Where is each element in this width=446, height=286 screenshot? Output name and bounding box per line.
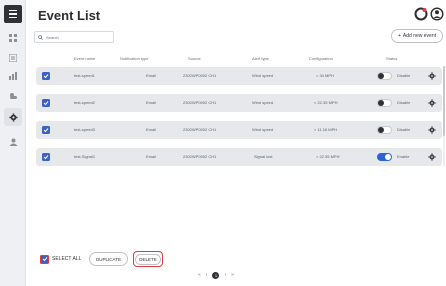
row-checkbox[interactable]: [42, 72, 50, 80]
add-new-event-button[interactable]: + Add new event: [391, 29, 443, 43]
alert-type-cell: Wind speed: [252, 127, 274, 132]
page-title: Event List: [38, 8, 101, 23]
table-row[interactable]: test-speed1 Email 2302WP0002 CH1 Wind sp…: [36, 67, 442, 85]
select-all-control[interactable]: SELECT ALL: [40, 252, 81, 266]
plus-icon: +: [397, 33, 401, 39]
configuration-cell: > 34 MPH: [316, 73, 334, 78]
alert-type-cell: Wind speed: [252, 73, 274, 78]
gear-icon[interactable]: [428, 72, 436, 80]
configuration-cell: > 11.16 MPH: [314, 127, 338, 132]
menu-icon[interactable]: [4, 5, 22, 23]
source-cell: 2302WP0002 CH1: [183, 154, 217, 159]
column-header-configuration: Configuration: [309, 56, 333, 61]
source-cell: 2302WP0002 CH1: [183, 73, 217, 78]
status-toggle[interactable]: [377, 99, 392, 107]
table-header: Event name Notification type Source Aler…: [34, 54, 444, 64]
users-icon[interactable]: [7, 136, 19, 148]
table-row[interactable]: test-Signal1 Email 2302WP0002 CH1 Signal…: [36, 148, 442, 166]
status-label: Disable: [397, 100, 411, 105]
brand-logo-icon: [414, 7, 428, 21]
dashboard-icon[interactable]: [7, 32, 19, 44]
event-name-cell: test-speed1: [74, 73, 95, 78]
list-icon[interactable]: [7, 52, 19, 64]
delete-button[interactable]: DELETE: [133, 251, 163, 267]
user-account-icon[interactable]: [430, 7, 444, 21]
next-page-button[interactable]: ›: [224, 272, 226, 278]
search-input[interactable]: [46, 34, 106, 40]
event-name-cell: test-speed2: [74, 100, 95, 105]
notification-type-cell: Email: [146, 73, 157, 78]
settings-icon[interactable]: [4, 108, 22, 126]
configuration-cell: > 22.35 MPH: [316, 154, 340, 159]
select-all-label: SELECT ALL: [52, 256, 82, 262]
weather-icon[interactable]: [7, 90, 19, 102]
select-all-checkbox[interactable]: [40, 254, 49, 264]
notification-type-cell: Email: [146, 127, 157, 132]
status-label: Disable: [397, 73, 411, 78]
delete-label: DELETE: [135, 253, 161, 265]
alert-type-cell: Wind speed: [252, 100, 274, 105]
chart-icon[interactable]: [7, 70, 19, 82]
sidebar: [0, 0, 26, 286]
pagination: « ‹ 1 › »: [198, 270, 234, 280]
table-row[interactable]: test-speed2 Email 2302WP0002 CH1 Wind sp…: [36, 94, 442, 112]
status-toggle[interactable]: [377, 126, 392, 134]
gear-icon[interactable]: [428, 126, 436, 134]
row-checkbox[interactable]: [42, 126, 50, 134]
event-name-cell: test-Signal1: [74, 154, 96, 159]
first-page-button[interactable]: «: [198, 272, 201, 278]
duplicate-button[interactable]: DUPLICATE: [89, 252, 128, 266]
search-icon: [38, 34, 43, 40]
source-cell: 2302WP0002 CH1: [183, 127, 217, 132]
last-page-button[interactable]: »: [231, 272, 234, 278]
column-header-status: Status: [386, 56, 398, 61]
prev-page-button[interactable]: ‹: [206, 272, 208, 278]
source-cell: 2302WP0002 CH1: [183, 100, 217, 105]
column-header-notification-type: Notification type: [120, 56, 149, 61]
current-page[interactable]: 1: [212, 271, 220, 279]
event-name-cell: test-speed3: [74, 127, 95, 132]
gear-icon[interactable]: [428, 153, 436, 161]
status-toggle[interactable]: [377, 153, 392, 161]
column-header-event-name: Event name: [74, 56, 96, 61]
column-header-alert-type: Alert type: [252, 56, 269, 61]
search-field[interactable]: [34, 31, 114, 43]
table-row[interactable]: test-speed3 Email 2302WP0002 CH1 Wind sp…: [36, 121, 442, 139]
add-new-event-label: Add new event: [402, 33, 436, 39]
notification-type-cell: Email: [146, 154, 157, 159]
scrollbar-thumb[interactable]: [443, 66, 445, 136]
status-toggle[interactable]: [377, 72, 392, 80]
column-header-source: Source: [188, 56, 201, 61]
row-checkbox[interactable]: [42, 99, 50, 107]
row-checkbox[interactable]: [42, 153, 50, 161]
notification-type-cell: Email: [146, 100, 157, 105]
status-label: Enable: [397, 154, 410, 159]
configuration-cell: < 22.35 MPH: [314, 100, 338, 105]
gear-icon[interactable]: [428, 99, 436, 107]
status-label: Disable: [397, 127, 411, 132]
alert-type-cell: Signal lost: [254, 154, 273, 159]
